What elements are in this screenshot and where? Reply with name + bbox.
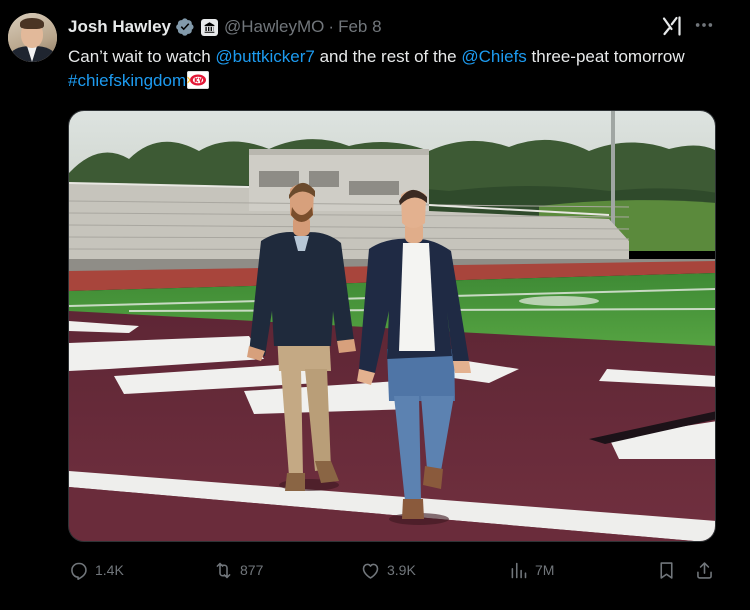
mention-link[interactable]: @buttkicker7 <box>215 47 314 66</box>
tweet-text: Can’t wait to watch @buttkicker7 and the… <box>68 45 718 93</box>
tweet-actions: 1.4K 877 3.9K 7M <box>68 556 718 584</box>
mention-link[interactable]: @Chiefs <box>461 47 526 66</box>
kc-chiefs-flag-icon <box>187 71 210 89</box>
reply-count: 1.4K <box>95 562 124 578</box>
government-affiliation-icon[interactable] <box>201 18 218 36</box>
repost-icon <box>216 562 231 578</box>
views-count: 7M <box>535 562 555 578</box>
tweet-card[interactable]: Josh Hawley @HawleyMO · Feb 8 Can’t wait… <box>0 0 750 610</box>
tweet-text-segment: three-peat tomorrow <box>526 47 685 66</box>
heart-icon <box>362 563 379 579</box>
tweet-photo[interactable] <box>68 110 716 542</box>
share-icon <box>697 561 712 579</box>
tweet-text-segment: and the rest of the <box>314 47 462 66</box>
tweet-header: Josh Hawley @HawleyMO · Feb 8 <box>68 16 382 38</box>
separator-dot: · <box>328 17 335 36</box>
reply-icon <box>71 562 87 580</box>
grok-icon[interactable] <box>661 15 683 37</box>
views-icon <box>511 562 527 578</box>
share-button[interactable] <box>694 556 721 584</box>
bookmark-icon <box>660 561 673 579</box>
bookmark-button[interactable] <box>656 556 683 584</box>
like-button[interactable]: 3.9K <box>360 556 416 584</box>
views-button[interactable]: 7M <box>508 556 554 584</box>
reply-button[interactable]: 1.4K <box>68 556 124 584</box>
author-handle[interactable]: @HawleyMO <box>224 17 324 37</box>
hashtag-link[interactable]: #chiefskingdom <box>68 71 186 90</box>
repost-button[interactable]: 877 <box>213 556 263 584</box>
tweet-text-segment: Can’t wait to watch <box>68 47 216 66</box>
verified-badge-icon[interactable] <box>175 17 195 37</box>
like-count: 3.9K <box>387 562 416 578</box>
author-name[interactable]: Josh Hawley <box>68 17 171 37</box>
avatar[interactable] <box>8 13 57 62</box>
repost-count: 877 <box>240 562 264 578</box>
more-options-icon[interactable] <box>693 14 715 36</box>
tweet-date[interactable]: Feb 8 <box>338 17 381 37</box>
